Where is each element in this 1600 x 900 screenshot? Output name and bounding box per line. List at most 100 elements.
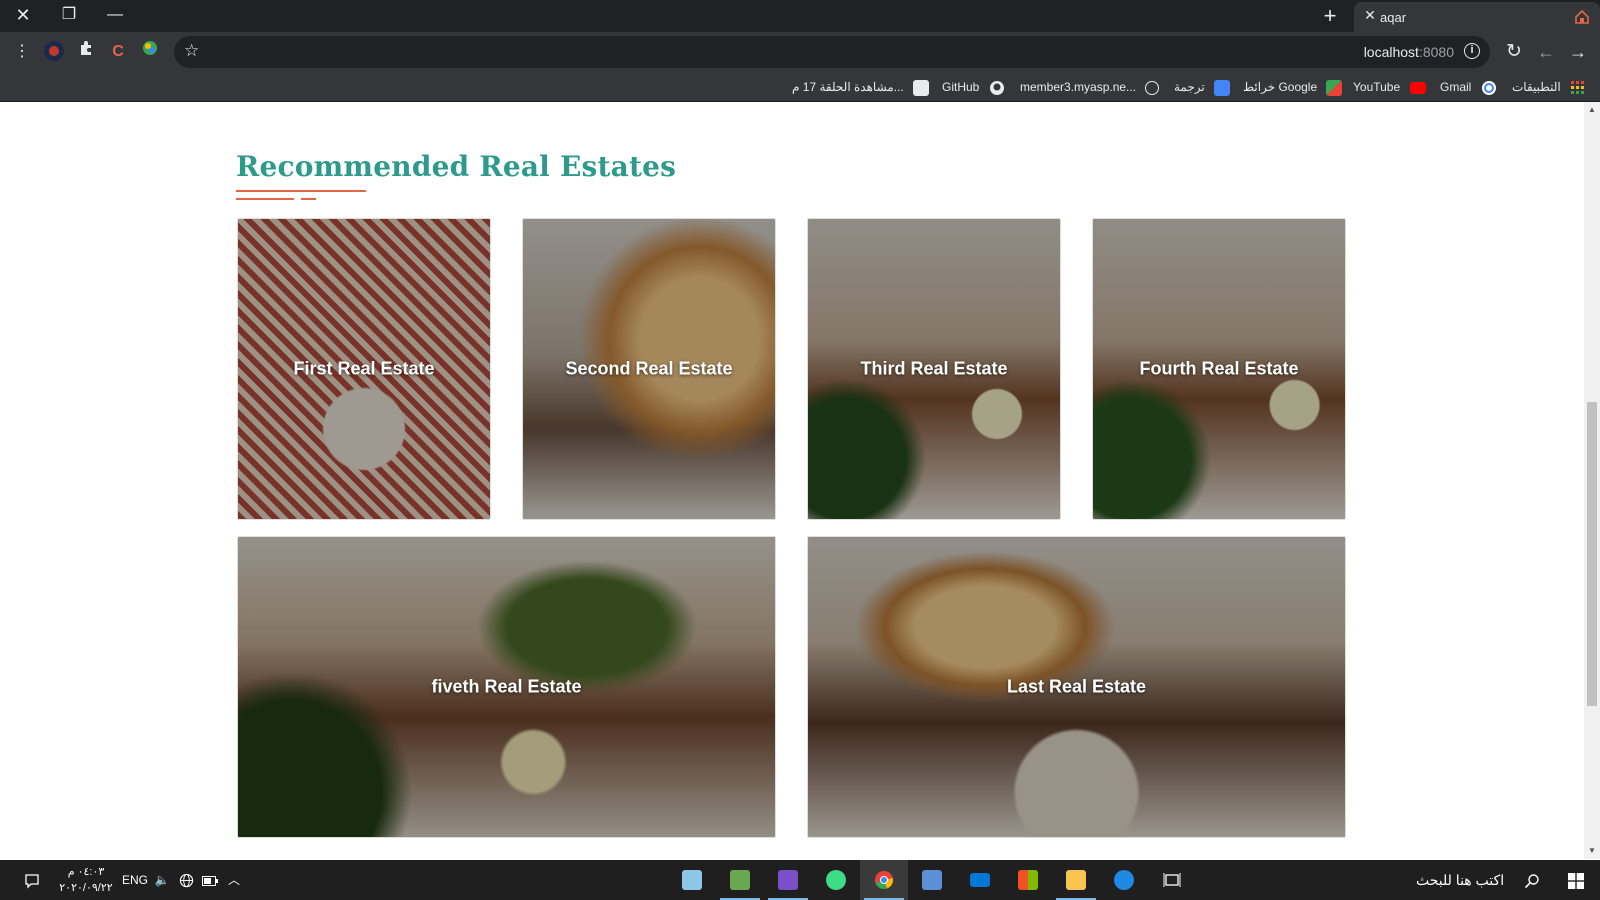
browser-toolbar: ⋮ C ☆ localhost:8080 i ↻ ← →: [0, 32, 1600, 72]
bookmark-gmail-label: Gmail: [1440, 80, 1472, 94]
real-estate-card[interactable]: Second Real Estate: [522, 218, 776, 520]
browser-titlebar: ✕ ❐ — + ✕ aqar: [0, 0, 1600, 32]
back-arrow-icon[interactable]: ←: [1534, 40, 1558, 64]
real-estate-card[interactable]: Last Real Estate: [807, 536, 1346, 838]
url-text[interactable]: localhost:8080: [1364, 44, 1454, 60]
show-hidden-icons-chevron-icon[interactable]: ︿: [224, 860, 244, 900]
chrome-icon: [875, 871, 894, 890]
browser-tab[interactable]: ✕ aqar: [1354, 2, 1600, 32]
extensions-puzzle-icon[interactable]: [74, 40, 98, 64]
real-estate-card[interactable]: Fourth Real Estate: [1092, 218, 1346, 520]
taskbar-app-mail[interactable]: [956, 860, 1004, 900]
apps-grid-icon: [1571, 80, 1585, 94]
member-site-icon: [1145, 80, 1160, 95]
url-host: localhost: [1363, 44, 1419, 60]
bookmark-member-label: member3.myasp.ne...: [1020, 80, 1137, 94]
card-label: Fourth Real Estate: [1139, 358, 1299, 379]
extension-color-icon[interactable]: [138, 40, 162, 64]
clock-date: ٢٠٢٠/٠٩/٢٢: [59, 882, 113, 894]
bookmark-apps[interactable]: التطبيقات: [1512, 78, 1586, 96]
taskbar-search-box[interactable]: اكتب هنا للبحث: [1416, 860, 1504, 900]
taskbar-app-editor[interactable]: [716, 860, 764, 900]
title-underline-dash: [301, 198, 316, 200]
card-label: Last Real Estate: [1006, 676, 1147, 697]
card-label: Second Real Estate: [565, 358, 733, 379]
taskbar-clock[interactable]: ٠٤:٠٣ م ٢٠٢٠/٠٩/٢٢: [52, 864, 120, 896]
bookmark-translate-label: ترجمة: [1174, 80, 1205, 94]
translate-icon: [1214, 79, 1231, 96]
tab-title: aqar: [1380, 10, 1407, 25]
reload-icon[interactable]: ↻: [1502, 40, 1526, 64]
house-icon: [1575, 9, 1589, 24]
youtube-icon: [1409, 81, 1426, 94]
site-info-icon[interactable]: i: [1464, 43, 1480, 59]
taskbar-app-file-explorer[interactable]: [1052, 860, 1100, 900]
new-tab-button[interactable]: +: [1316, 2, 1344, 30]
bookmark-maps[interactable]: خرائط Google: [1243, 78, 1343, 96]
address-bar[interactable]: ☆ localhost:8080 i: [174, 36, 1490, 68]
real-estate-card[interactable]: First Real Estate: [237, 218, 491, 520]
taskbar-app-remote-desktop[interactable]: [908, 860, 956, 900]
scroll-down-arrow-icon[interactable]: ▼: [1587, 846, 1597, 856]
remote-desktop-icon: [922, 870, 942, 890]
page-icon: [913, 79, 930, 96]
taskbar-app-android-studio[interactable]: [812, 860, 860, 900]
bookmark-github[interactable]: GitHub: [942, 78, 1005, 96]
bookmark-youtube[interactable]: YouTube: [1353, 78, 1426, 96]
scroll-up-arrow-icon[interactable]: ▲: [1587, 105, 1597, 115]
title-underline-short: [236, 198, 294, 200]
window-close-button[interactable]: ✕: [0, 0, 46, 32]
android-studio-icon: [826, 870, 846, 890]
bookmark-youtube-label: YouTube: [1353, 80, 1401, 94]
taskbar-app-store[interactable]: [1004, 860, 1052, 900]
language-indicator[interactable]: ENG: [120, 860, 150, 900]
store-icon: [1018, 870, 1038, 890]
forward-arrow-icon[interactable]: →: [1566, 40, 1590, 64]
bookmark-github-label: GitHub: [942, 80, 980, 94]
mail-icon: [970, 873, 990, 887]
card-label: First Real Estate: [293, 358, 435, 379]
bookmark-translate[interactable]: ترجمة: [1174, 78, 1231, 96]
url-port: :8080: [1418, 44, 1454, 60]
bookmark-member[interactable]: member3.myasp.ne...: [1020, 78, 1160, 96]
battery-icon[interactable]: [200, 860, 220, 900]
notepad-icon: [682, 870, 702, 890]
google-icon: [1481, 80, 1496, 95]
task-view-button[interactable]: [1148, 860, 1196, 900]
window-restore-button[interactable]: ❐: [46, 0, 92, 32]
chrome-menu-icon[interactable]: ⋮: [10, 40, 34, 64]
network-globe-icon[interactable]: [176, 860, 196, 900]
bookmark-star-icon[interactable]: ☆: [184, 41, 199, 61]
volume-icon[interactable]: 🔈: [152, 860, 172, 900]
profile-avatar[interactable]: [42, 40, 66, 64]
bookmark-episode[interactable]: مشاهدة الحلقة 17 م...: [792, 78, 930, 96]
page-content: Recommended Real Estates First Real Esta…: [0, 102, 1584, 859]
scrollbar-thumb[interactable]: [1587, 402, 1597, 706]
edge-icon: [1114, 870, 1134, 890]
taskbar-app-notepad[interactable]: [668, 860, 716, 900]
action-center-icon[interactable]: [16, 860, 48, 900]
card-label: Third Real Estate: [860, 358, 1008, 379]
taskbar-app-chrome[interactable]: [860, 860, 908, 900]
windows-logo-icon: [1568, 872, 1584, 889]
real-estate-card[interactable]: Third Real Estate: [807, 218, 1061, 520]
card-label: fiveth Real Estate: [431, 676, 582, 697]
task-view-icon: [1163, 873, 1181, 887]
bookmarks-bar: مشاهدة الحلقة 17 م... GitHub member3.mya…: [0, 72, 1600, 102]
taskbar-app-visual-studio[interactable]: [764, 860, 812, 900]
bookmark-episode-label: مشاهدة الحلقة 17 م...: [792, 80, 904, 94]
page-scrollbar[interactable]: ▲ ▼: [1584, 102, 1600, 859]
real-estate-card[interactable]: fiveth Real Estate: [237, 536, 776, 838]
bookmark-maps-label: خرائط Google: [1243, 80, 1318, 94]
editor-icon: [730, 870, 750, 890]
taskbar-app-edge[interactable]: [1100, 860, 1148, 900]
extension-c-icon[interactable]: C: [106, 40, 130, 64]
windows-start-button[interactable]: [1552, 860, 1600, 900]
tab-close-icon[interactable]: ✕: [1362, 7, 1378, 24]
bookmark-apps-label: التطبيقات: [1512, 80, 1561, 94]
windows-taskbar: ٠٤:٠٣ م ٢٠٢٠/٠٩/٢٢ ENG 🔈 ︿ اكتب هنا للبح…: [0, 860, 1600, 900]
bookmark-gmail[interactable]: Gmail: [1440, 78, 1497, 96]
github-icon: [989, 80, 1004, 95]
search-icon[interactable]: [1520, 860, 1544, 900]
window-minimize-button[interactable]: —: [92, 0, 138, 32]
